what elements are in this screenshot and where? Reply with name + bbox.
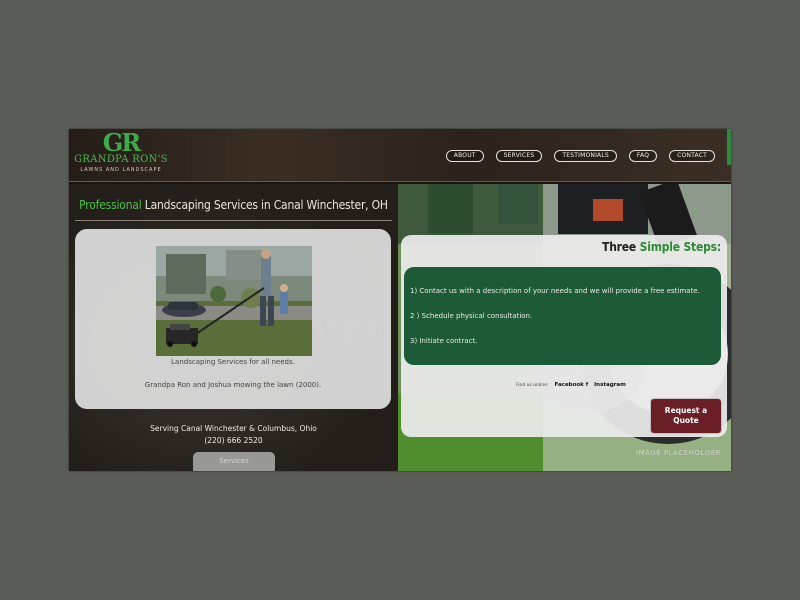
request-quote-button[interactable]: Request a Quote (650, 398, 722, 434)
header-edge-accent (727, 129, 731, 165)
nav-faq[interactable]: FAQ (628, 150, 658, 162)
steps-title-accent: Simple Steps: (639, 240, 722, 254)
hero-headline: Professional Landscaping Services in Can… (75, 198, 392, 212)
nav-about[interactable]: ABOUT (445, 150, 484, 162)
instagram-link[interactable]: Instagram (594, 382, 626, 388)
steps-title-text: Three (602, 240, 640, 254)
left-panel: GRANDPA RON'S Professional Landscaping S… (69, 184, 398, 471)
site-logo[interactable]: GR GRANDPA RON'S LAWNS AND LANDSCAPE (73, 129, 169, 178)
right-panel: Three Simple Steps: 1) Contact us with a… (398, 184, 731, 471)
nav-services[interactable]: SERVICES (495, 150, 543, 162)
website-frame: GR GRANDPA RON'S LAWNS AND LANDSCAPE ABO… (69, 129, 731, 471)
steps-title: Three Simple Steps: (602, 240, 721, 254)
service-area-text: Serving Canal Winchester & Columbus, Ohi… (150, 424, 317, 433)
image-placeholder-label: IMAGE PLACEHOLDER (636, 449, 721, 457)
nav-testimonials[interactable]: TESTIMONIALS (554, 150, 617, 162)
phone-number[interactable]: (220) 666 2520 (69, 435, 398, 447)
step-item-3: 3) Initiate contract. (410, 337, 478, 345)
main-nav: ABOUT SERVICES TESTIMONIALS FAQ CONTACT (445, 150, 715, 162)
facebook-link[interactable]: Facebook f (555, 382, 589, 388)
find-us-label: Find us online: (516, 383, 549, 388)
nav-contact[interactable]: CONTACT (669, 150, 715, 162)
steps-card: Three Simple Steps: 1) Contact us with a… (401, 235, 727, 437)
photo-caption-secondary: Grandpa Ron and Joshua mowing the lawn (… (144, 381, 322, 389)
logo-tagline: LAWNS AND LANDSCAPE (80, 167, 162, 173)
steps-list: 1) Contact us with a description of your… (404, 267, 721, 365)
headline-accent: Professional (79, 198, 142, 212)
headline-text: Landscaping Services in Canal Winchester… (141, 198, 388, 212)
photo-card: Landscaping Services for all needs. Gran… (75, 229, 391, 409)
site-header: GR GRANDPA RON'S LAWNS AND LANDSCAPE ABO… (69, 129, 731, 184)
logo-name: GRANDPA RON'S (74, 154, 168, 165)
photo-caption-primary: Landscaping Services for all needs. (171, 358, 295, 366)
logo-monogram: GR (102, 129, 141, 157)
step-item-1: 1) Contact us with a description of your… (410, 287, 700, 295)
service-area: Serving Canal Winchester & Columbus, Ohi… (69, 423, 398, 447)
services-button[interactable]: Services (193, 452, 275, 471)
step-item-2: 2 ) Schedule physical consultation. (410, 312, 533, 320)
social-links: Find us online: Facebook f Instagram (516, 382, 626, 388)
headline-divider (75, 220, 392, 221)
family-mowing-photo (156, 246, 312, 356)
